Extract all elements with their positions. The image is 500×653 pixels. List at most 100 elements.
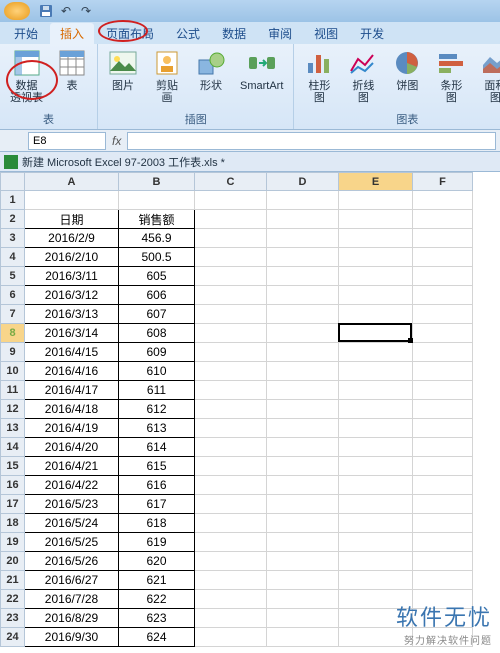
cell-A15[interactable]: 2016/4/21 [25,457,119,476]
cell-C12[interactable] [195,400,267,419]
cell-B9[interactable]: 609 [119,343,195,362]
cell-E2[interactable] [339,210,413,229]
cell-F12[interactable] [413,400,473,419]
row-header-2[interactable]: 2 [1,210,25,229]
cell-E5[interactable] [339,267,413,286]
col-header-E[interactable]: E [339,173,413,191]
cell-A20[interactable]: 2016/5/26 [25,552,119,571]
row-header-10[interactable]: 10 [1,362,25,381]
cell-F20[interactable] [413,552,473,571]
tab-dev[interactable]: 开发 [350,23,394,44]
cell-C1[interactable] [195,191,267,210]
tab-data[interactable]: 数据 [212,23,256,44]
cell-E4[interactable] [339,248,413,267]
cell-C7[interactable] [195,305,267,324]
cell-B17[interactable]: 617 [119,495,195,514]
col-header-B[interactable]: B [119,173,195,191]
cell-A9[interactable]: 2016/4/15 [25,343,119,362]
cell-A17[interactable]: 2016/5/23 [25,495,119,514]
cell-D17[interactable] [267,495,339,514]
row-header-21[interactable]: 21 [1,571,25,590]
redo-icon[interactable]: ↷ [76,2,96,20]
cell-A11[interactable]: 2016/4/17 [25,381,119,400]
cell-E15[interactable] [339,457,413,476]
cell-B4[interactable]: 500.5 [119,248,195,267]
cell-A18[interactable]: 2016/5/24 [25,514,119,533]
cell-C14[interactable] [195,438,267,457]
cell-D6[interactable] [267,286,339,305]
cell-E13[interactable] [339,419,413,438]
cell-D4[interactable] [267,248,339,267]
col-header-F[interactable]: F [413,173,473,191]
cell-B20[interactable]: 620 [119,552,195,571]
fx-icon[interactable]: fx [112,134,121,148]
cell-C2[interactable] [195,210,267,229]
row-header-24[interactable]: 24 [1,628,25,647]
row-header-8[interactable]: 8 [1,324,25,343]
col-header-A[interactable]: A [25,173,119,191]
table-button[interactable]: 表 [53,46,91,94]
pivot-table-button[interactable]: 数据 透视表 [6,46,47,106]
cell-B8[interactable]: 608 [119,324,195,343]
cell-D3[interactable] [267,229,339,248]
cell-E3[interactable] [339,229,413,248]
row-header-15[interactable]: 15 [1,457,25,476]
formula-input[interactable] [127,132,496,150]
cell-E20[interactable] [339,552,413,571]
cell-F16[interactable] [413,476,473,495]
cell-A1[interactable] [25,191,119,210]
cell-B13[interactable]: 613 [119,419,195,438]
cell-D18[interactable] [267,514,339,533]
row-header-19[interactable]: 19 [1,533,25,552]
cell-A22[interactable]: 2016/7/28 [25,590,119,609]
row-header-1[interactable]: 1 [1,191,25,210]
cell-A21[interactable]: 2016/6/27 [25,571,119,590]
cell-E11[interactable] [339,381,413,400]
cell-B18[interactable]: 618 [119,514,195,533]
picture-button[interactable]: 图片 [104,46,142,94]
select-all-corner[interactable] [1,173,25,191]
row-header-17[interactable]: 17 [1,495,25,514]
cell-C9[interactable] [195,343,267,362]
cell-C6[interactable] [195,286,267,305]
cell-C16[interactable] [195,476,267,495]
cell-A2[interactable]: 日期 [25,210,119,229]
row-header-7[interactable]: 7 [1,305,25,324]
row-header-23[interactable]: 23 [1,609,25,628]
cell-A24[interactable]: 2016/9/30 [25,628,119,647]
row-header-3[interactable]: 3 [1,229,25,248]
cell-C3[interactable] [195,229,267,248]
shapes-button[interactable]: 形状 [192,46,230,94]
cell-C10[interactable] [195,362,267,381]
cell-A3[interactable]: 2016/2/9 [25,229,119,248]
cell-F13[interactable] [413,419,473,438]
row-header-16[interactable]: 16 [1,476,25,495]
row-header-20[interactable]: 20 [1,552,25,571]
cell-A14[interactable]: 2016/4/20 [25,438,119,457]
cell-B24[interactable]: 624 [119,628,195,647]
cell-B19[interactable]: 619 [119,533,195,552]
cell-B5[interactable]: 605 [119,267,195,286]
cell-F3[interactable] [413,229,473,248]
cell-B23[interactable]: 623 [119,609,195,628]
cell-C24[interactable] [195,628,267,647]
workbook-tab[interactable]: 新建 Microsoft Excel 97-2003 工作表.xls * [0,152,500,172]
cell-B21[interactable]: 621 [119,571,195,590]
cell-A12[interactable]: 2016/4/18 [25,400,119,419]
cell-D8[interactable] [267,324,339,343]
cell-A8[interactable]: 2016/3/14 [25,324,119,343]
cell-B22[interactable]: 622 [119,590,195,609]
cell-F17[interactable] [413,495,473,514]
row-header-22[interactable]: 22 [1,590,25,609]
cell-A13[interactable]: 2016/4/19 [25,419,119,438]
cell-B15[interactable]: 615 [119,457,195,476]
row-header-4[interactable]: 4 [1,248,25,267]
tab-formula[interactable]: 公式 [166,23,210,44]
cell-C5[interactable] [195,267,267,286]
cell-D16[interactable] [267,476,339,495]
cell-F8[interactable] [413,324,473,343]
col-header-C[interactable]: C [195,173,267,191]
cell-C21[interactable] [195,571,267,590]
cell-A16[interactable]: 2016/4/22 [25,476,119,495]
cell-D12[interactable] [267,400,339,419]
